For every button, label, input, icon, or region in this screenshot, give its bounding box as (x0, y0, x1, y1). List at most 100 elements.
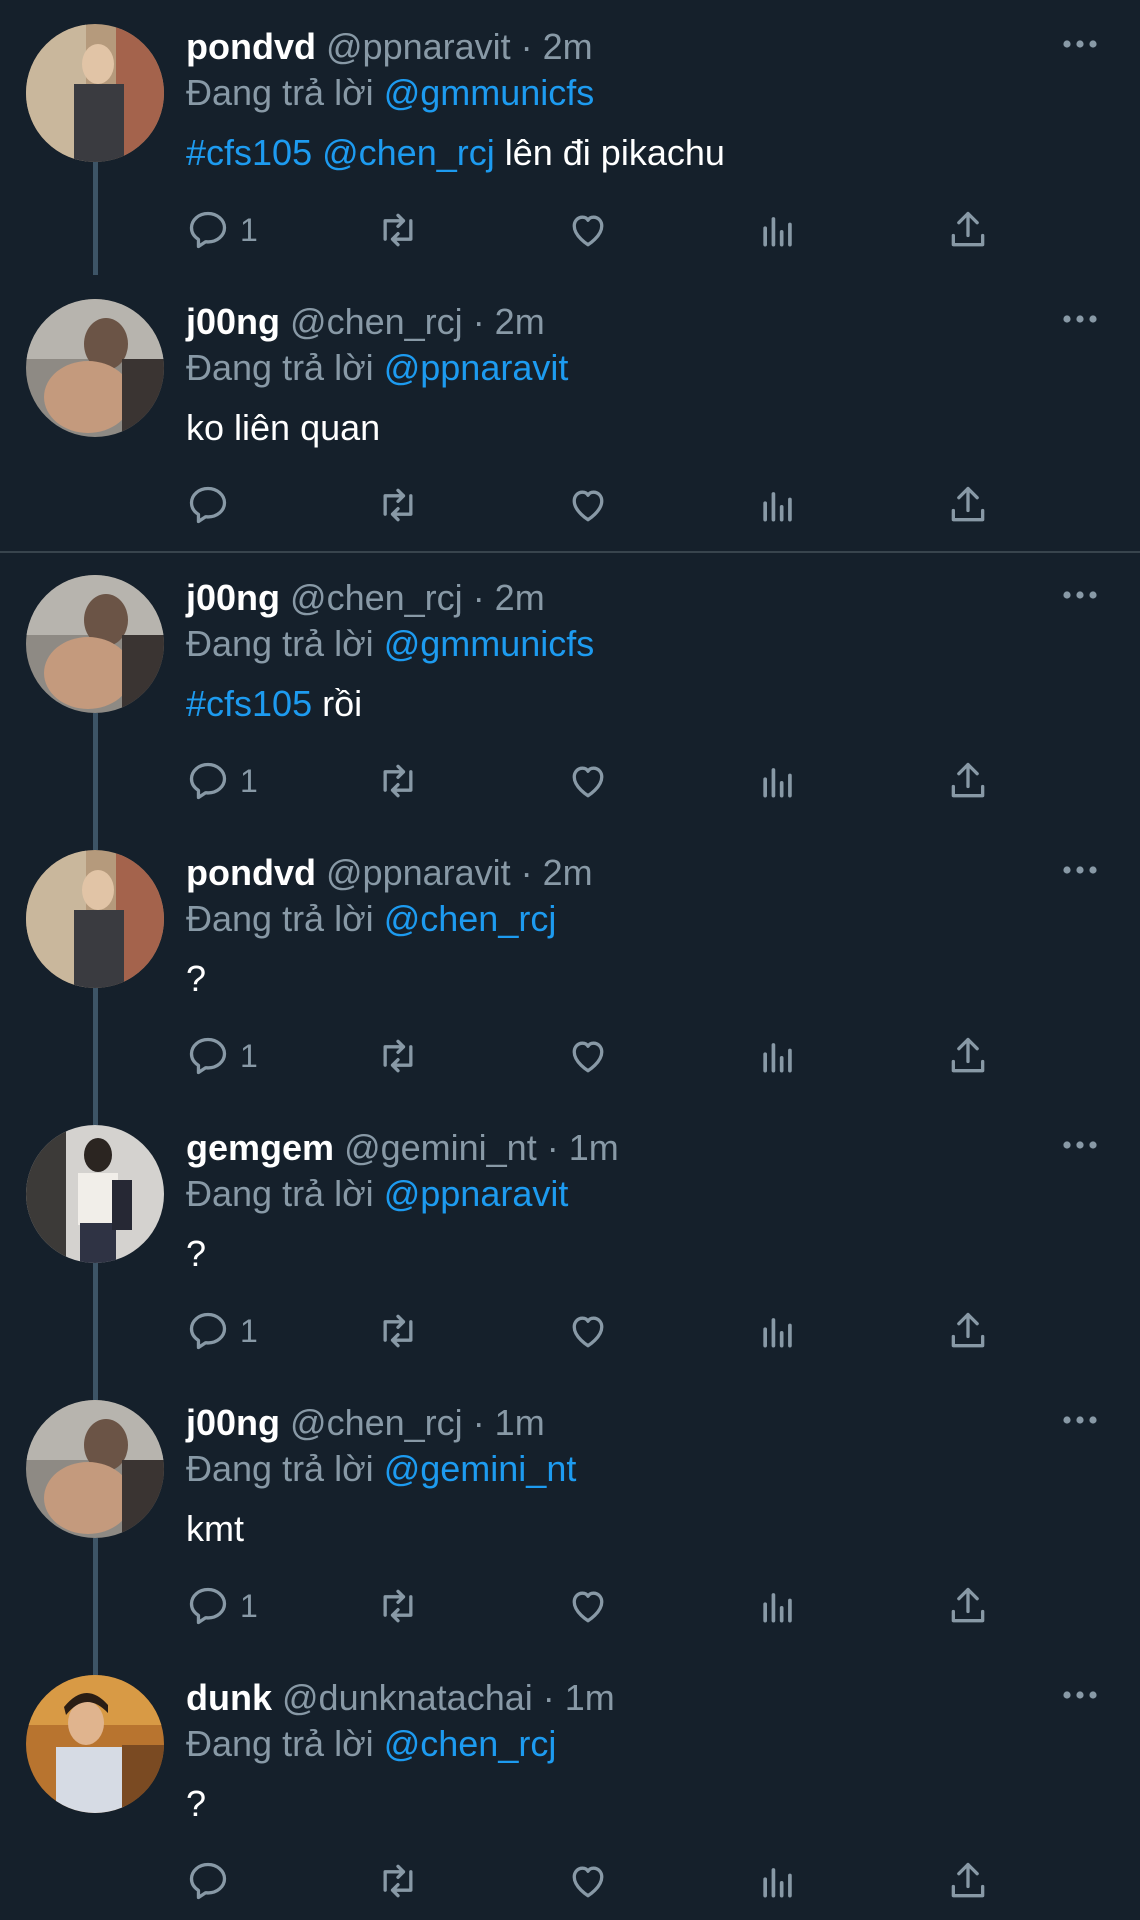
reply-button[interactable]: 1 (186, 1031, 258, 1081)
avatar[interactable] (26, 1400, 164, 1538)
handle[interactable]: @ppnaravit (326, 26, 511, 67)
display-name[interactable]: pondvd (186, 852, 316, 893)
retweet-button[interactable] (376, 1031, 420, 1081)
retweet-button[interactable] (376, 1306, 420, 1356)
retweet-button[interactable] (376, 1581, 420, 1631)
more-icon[interactable] (1058, 297, 1102, 341)
reply-to-mention[interactable]: @gmmunicfs (384, 623, 595, 664)
reply-button[interactable]: 1 (186, 756, 258, 806)
timestamp[interactable]: · 2m (521, 852, 593, 893)
tweet-actions: 1 (186, 756, 1016, 806)
like-icon (572, 1866, 604, 1898)
reply-to-mention[interactable]: @ppnaravit (384, 1173, 569, 1214)
display-name[interactable]: j00ng (186, 1402, 280, 1443)
display-name[interactable]: gemgem (186, 1127, 334, 1168)
retweet-button[interactable] (376, 1856, 420, 1906)
like-button[interactable] (566, 1031, 610, 1081)
reply-to-mention[interactable]: @chen_rcj (384, 1723, 557, 1764)
like-button[interactable] (566, 1856, 610, 1906)
more-icon[interactable] (1058, 573, 1102, 617)
avatar[interactable] (26, 850, 164, 988)
hashtag-link[interactable]: #cfs105 (186, 132, 312, 173)
handle[interactable]: @ppnaravit (326, 852, 511, 893)
handle[interactable]: @gemini_nt (344, 1127, 537, 1168)
like-button[interactable] (566, 205, 610, 255)
handle[interactable]: @chen_rcj (290, 577, 463, 618)
reply-button[interactable]: 1 (186, 205, 258, 255)
reply-button[interactable]: 1 (186, 1581, 258, 1631)
share-button[interactable] (946, 205, 990, 255)
thread-connector (93, 1651, 98, 1675)
like-button[interactable] (566, 480, 610, 530)
analytics-button[interactable] (756, 1306, 800, 1356)
reply-to-mention[interactable]: @ppnaravit (384, 347, 569, 388)
reply-to-mention[interactable]: @chen_rcj (384, 898, 557, 939)
analytics-icon (763, 492, 792, 522)
analytics-button[interactable] (756, 1581, 800, 1631)
retweet-button[interactable] (376, 480, 420, 530)
reply-to-mention[interactable]: @gmmunicfs (384, 72, 595, 113)
reply-prefix: Đang trả lời (186, 898, 374, 939)
tweet[interactable]: pondvd @ppnaravit · 2m Đang trả lời @che… (0, 826, 1140, 1101)
more-icon[interactable] (1058, 848, 1102, 892)
tweet[interactable]: j00ng @chen_rcj · 2m Đang trả lời @ppnar… (0, 275, 1140, 550)
analytics-button[interactable] (756, 480, 800, 530)
share-icon (951, 1037, 985, 1073)
timestamp[interactable]: · 1m (543, 1677, 615, 1718)
tweet[interactable]: pondvd @ppnaravit · 2m Đang trả lời @gmm… (0, 0, 1140, 275)
more-icon[interactable] (1058, 1673, 1102, 1717)
avatar[interactable] (26, 1125, 164, 1263)
tweet-text-segment (312, 132, 322, 173)
share-icon (951, 1312, 985, 1348)
share-button[interactable] (946, 480, 990, 530)
timestamp[interactable]: · 2m (473, 577, 545, 618)
reply-button[interactable]: 1 (186, 1306, 258, 1356)
handle[interactable]: @chen_rcj (290, 1402, 463, 1443)
tweet[interactable]: dunk @dunknatachai · 1m Đang trả lời @ch… (0, 1651, 1140, 1920)
timestamp[interactable]: · 2m (521, 26, 593, 67)
retweet-button[interactable] (376, 756, 420, 806)
tweet-text: #cfs105 @chen_rcj lên đi pikachu (186, 130, 1140, 176)
timestamp[interactable]: · 1m (547, 1127, 619, 1168)
more-icon[interactable] (1058, 1123, 1102, 1167)
timestamp[interactable]: · 1m (473, 1402, 545, 1443)
like-button[interactable] (566, 756, 610, 806)
more-icon[interactable] (1058, 22, 1102, 66)
reply-count: 1 (240, 1037, 258, 1074)
mention-link[interactable]: @chen_rcj (322, 132, 495, 173)
handle[interactable]: @chen_rcj (290, 301, 463, 342)
display-name[interactable]: dunk (186, 1677, 272, 1718)
tweet[interactable]: j00ng @chen_rcj · 1m Đang trả lời @gemin… (0, 1376, 1140, 1651)
share-button[interactable] (946, 1031, 990, 1081)
avatar[interactable] (26, 24, 164, 162)
share-button[interactable] (946, 756, 990, 806)
hashtag-link[interactable]: #cfs105 (186, 683, 312, 724)
analytics-button[interactable] (756, 1031, 800, 1081)
display-name[interactable]: pondvd (186, 26, 316, 67)
analytics-button[interactable] (756, 756, 800, 806)
reply-button[interactable] (186, 480, 240, 530)
share-button[interactable] (946, 1306, 990, 1356)
reply-button[interactable] (186, 1856, 240, 1906)
reply-prefix: Đang trả lời (186, 72, 374, 113)
more-icon[interactable] (1058, 1398, 1102, 1442)
display-name[interactable]: j00ng (186, 577, 280, 618)
reply-to-mention[interactable]: @gemini_nt (384, 1448, 577, 1489)
analytics-button[interactable] (756, 205, 800, 255)
share-button[interactable] (946, 1856, 990, 1906)
retweet-icon (383, 1314, 413, 1348)
like-button[interactable] (566, 1306, 610, 1356)
tweet[interactable]: gemgem @gemini_nt · 1m Đang trả lời @ppn… (0, 1101, 1140, 1376)
avatar[interactable] (26, 1675, 164, 1813)
timestamp[interactable]: · 2m (473, 301, 545, 342)
share-button[interactable] (946, 1581, 990, 1631)
thread-connector (93, 1538, 98, 1651)
avatar[interactable] (26, 299, 164, 437)
handle[interactable]: @dunknatachai (282, 1677, 533, 1718)
tweet[interactable]: j00ng @chen_rcj · 2m Đang trả lời @gmmun… (0, 551, 1140, 826)
analytics-button[interactable] (756, 1856, 800, 1906)
display-name[interactable]: j00ng (186, 301, 280, 342)
avatar[interactable] (26, 575, 164, 713)
retweet-button[interactable] (376, 205, 420, 255)
like-button[interactable] (566, 1581, 610, 1631)
